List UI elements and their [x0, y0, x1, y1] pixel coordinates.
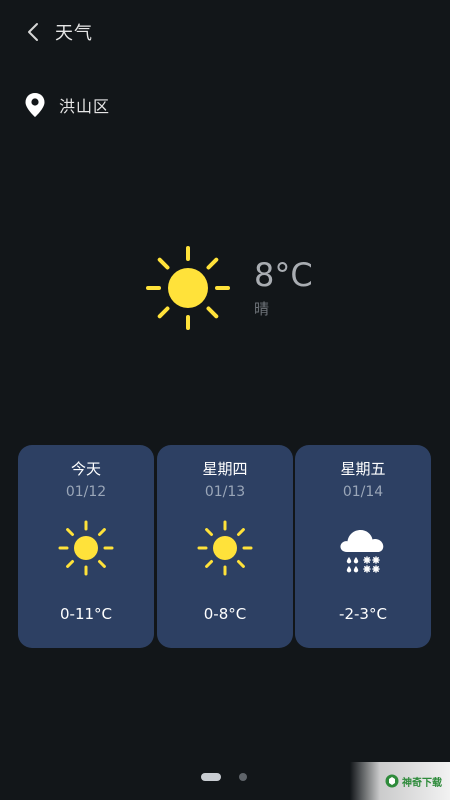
forecast-date: 01/13: [204, 484, 246, 500]
watermark: 神奇下载: [350, 762, 450, 800]
chevron-left-icon: [28, 23, 38, 41]
page-dot-active[interactable]: [201, 773, 221, 781]
forecast-date: 01/12: [65, 484, 107, 500]
current-temperature: 8°C: [254, 256, 313, 294]
forecast-day: 星期五: [340, 460, 386, 478]
app-header: 天气: [0, 0, 450, 64]
current-weather: 8°C 晴: [140, 242, 340, 332]
forecast-date: 01/14: [342, 484, 384, 500]
snow-cloud-icon: [340, 530, 384, 573]
watermark-text: 神奇下载: [402, 777, 442, 789]
sun-icon: [197, 520, 253, 576]
sun-icon: [146, 246, 230, 330]
forecast-card[interactable]: 星期四 01/13 0-8°C: [157, 445, 293, 648]
location-selector[interactable]: 洪山区: [24, 90, 110, 120]
forecast-list: 今天 01/12 0-11°C 星期四 01/13 0-8°C 星期五 01/1…: [18, 445, 432, 648]
page-dot[interactable]: [239, 773, 247, 781]
location-name: 洪山区: [59, 97, 111, 116]
weather-screen: 天气 洪山区 8°C 晴 今天 01/12 0-11°C 星期四 01/13 0…: [0, 0, 450, 800]
forecast-card[interactable]: 星期五 01/14 -2-3°C: [295, 445, 431, 648]
sun-icon: [58, 520, 114, 576]
back-button[interactable]: [20, 18, 46, 46]
forecast-day: 星期四: [202, 460, 248, 478]
watermark-logo-icon: [385, 774, 399, 788]
forecast-temp-range: 0-8°C: [203, 605, 247, 623]
page-title: 天气: [55, 23, 93, 44]
current-condition: 晴: [254, 300, 270, 318]
forecast-temp-range: -2-3°C: [339, 605, 387, 623]
forecast-day: 今天: [70, 460, 101, 478]
forecast-card[interactable]: 今天 01/12 0-11°C: [18, 445, 154, 648]
location-pin-icon: [25, 93, 45, 117]
forecast-temp-range: 0-11°C: [59, 605, 113, 623]
